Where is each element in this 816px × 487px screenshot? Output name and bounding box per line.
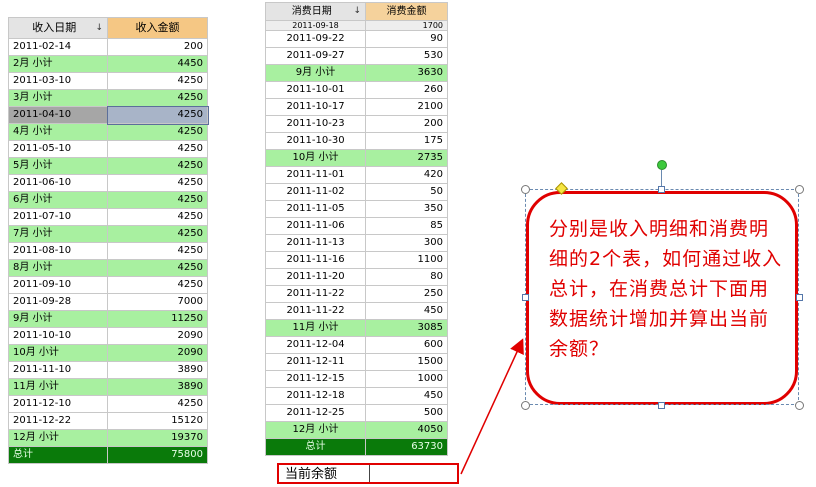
resize-handle-top[interactable] <box>658 186 665 193</box>
resize-handle-right[interactable] <box>796 294 803 301</box>
rotate-handle-icon[interactable] <box>657 160 667 170</box>
resize-handle-top-left[interactable] <box>521 185 530 194</box>
resize-handle-left[interactable] <box>522 294 529 301</box>
resize-handle-bottom[interactable] <box>658 402 665 409</box>
resize-handle-bottom-left[interactable] <box>521 401 530 410</box>
selection-frame <box>525 189 799 405</box>
resize-handle-bottom-right[interactable] <box>795 401 804 410</box>
resize-handle-top-right[interactable] <box>795 185 804 194</box>
